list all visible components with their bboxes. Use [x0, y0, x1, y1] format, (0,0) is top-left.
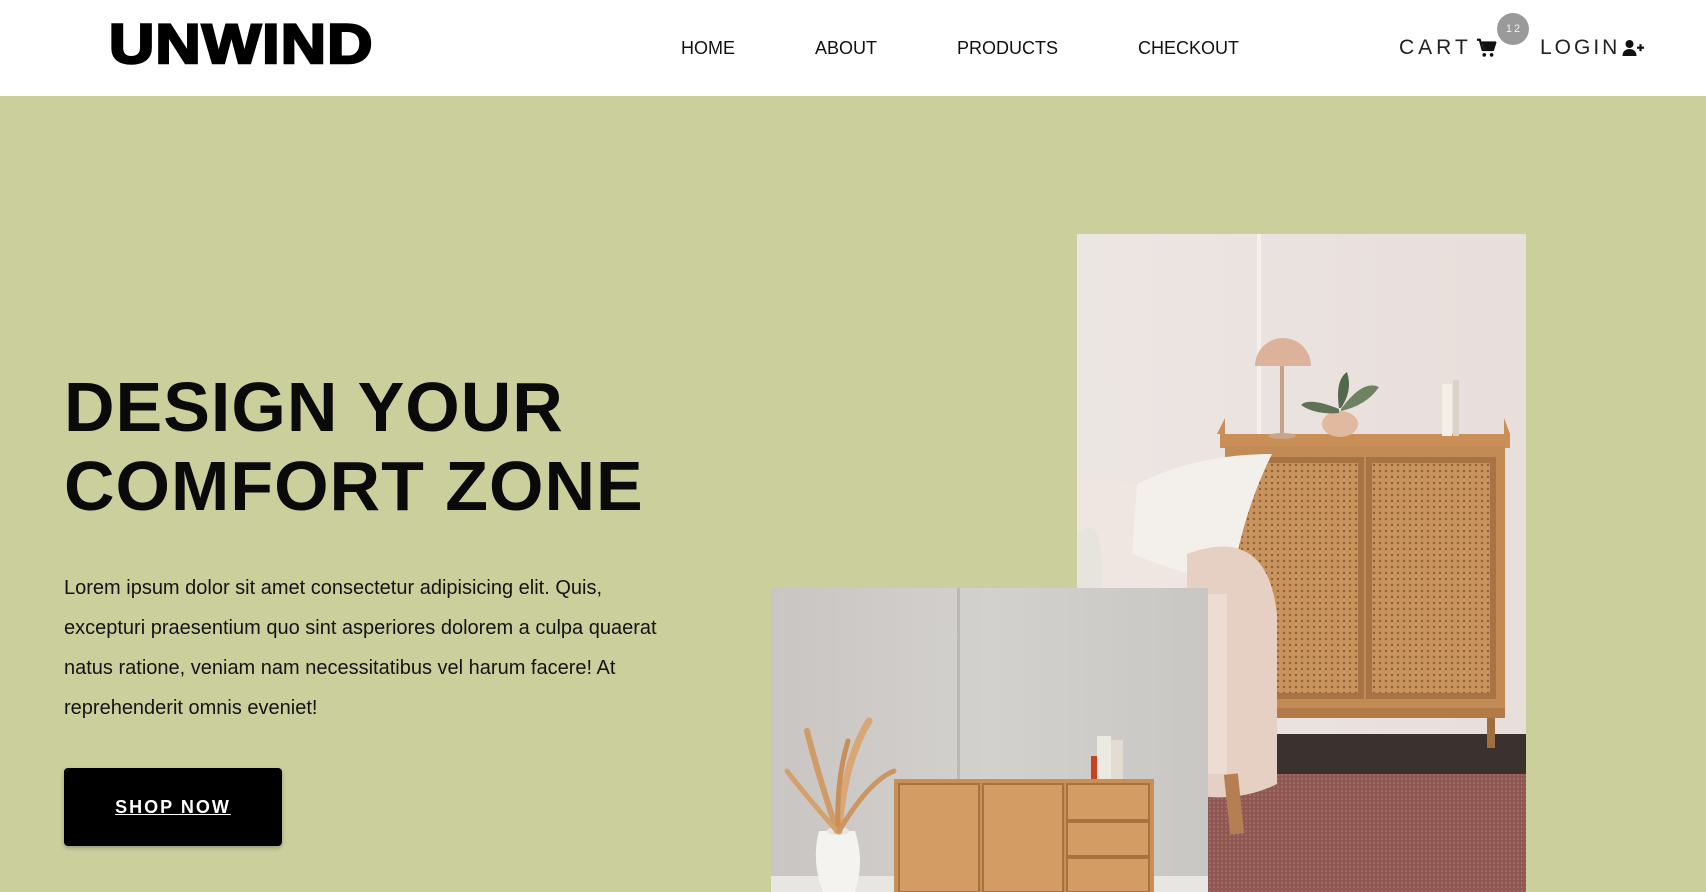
login-label: LOGIN: [1540, 36, 1621, 59]
hero-title: DESIGN YOUR COMFORT ZONE: [64, 368, 764, 526]
nav-home-link[interactable]: HOME: [681, 0, 735, 96]
nav-about-link[interactable]: ABOUT: [815, 0, 877, 96]
brand-logo[interactable]: UNWIND: [108, 11, 374, 77]
cart-label: CART: [1399, 36, 1472, 59]
shop-now-button[interactable]: SHOP NOW: [64, 768, 282, 846]
cart-count-badge: 12: [1497, 13, 1529, 45]
user-plus-icon: [1622, 39, 1645, 57]
hero-title-line-2: COMFORT ZONE: [64, 447, 644, 525]
hero-description: Lorem ipsum dolor sit amet consectetur a…: [64, 577, 657, 719]
site-header: UNWIND HOME ABOUT PRODUCTS CHECKOUT CART…: [0, 0, 1706, 96]
cart-icon: [1476, 37, 1498, 59]
nav-products-link[interactable]: PRODUCTS: [957, 0, 1058, 96]
cart-link[interactable]: CART: [1399, 0, 1498, 96]
login-link[interactable]: LOGIN: [1540, 0, 1645, 96]
nav-checkout-link[interactable]: CHECKOUT: [1138, 0, 1239, 96]
hero-title-line-1: DESIGN YOUR: [64, 368, 564, 446]
hero-image-sideboard: [771, 588, 1208, 892]
